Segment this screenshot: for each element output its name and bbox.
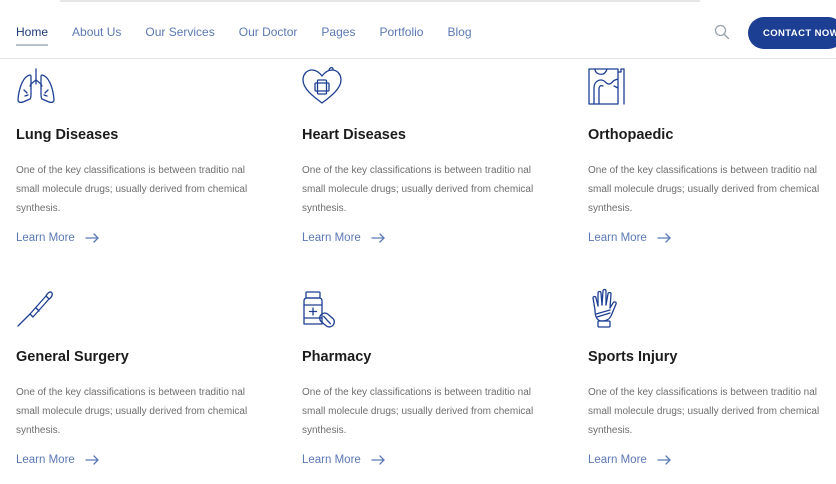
search-icon[interactable] [714, 24, 730, 40]
learn-more-label: Learn More [302, 232, 361, 244]
nav-portfolio[interactable]: Portfolio [379, 6, 423, 58]
nav-blog[interactable]: Blog [447, 6, 471, 58]
top-strip-bar [60, 0, 700, 2]
lungs-icon [17, 68, 55, 104]
service-description: One of the key classifications is betwee… [302, 165, 534, 214]
arrow-right-icon [85, 233, 99, 243]
learn-more-label: Learn More [588, 232, 647, 244]
learn-more-link[interactable]: Learn More [302, 232, 385, 244]
heart-plus-icon [302, 66, 342, 104]
service-description: One of the key classifications is betwee… [16, 387, 248, 436]
nav-our-services[interactable]: Our Services [145, 6, 214, 58]
service-title: Heart Diseases [302, 127, 406, 143]
arrow-right-icon [657, 233, 671, 243]
service-description: One of the key classifications is betwee… [588, 165, 820, 214]
arrow-right-icon [371, 233, 385, 243]
learn-more-link[interactable]: Learn More [16, 232, 99, 244]
arrow-right-icon [657, 455, 671, 465]
bone-joint-icon [588, 68, 625, 105]
arrow-right-icon [371, 455, 385, 465]
navbar: Home About Us Our Services Our Doctor Pa… [0, 6, 836, 59]
learn-more-label: Learn More [588, 454, 647, 466]
service-title: Sports Injury [588, 349, 678, 365]
service-description: One of the key classifications is betwee… [588, 387, 820, 436]
contact-now-button[interactable]: CONTACT NOW [748, 17, 836, 49]
service-title: General Surgery [16, 349, 129, 365]
learn-more-link[interactable]: Learn More [588, 232, 671, 244]
medicine-bottle-icon [303, 291, 335, 328]
nav-pages[interactable]: Pages [321, 6, 355, 58]
nav-our-doctor[interactable]: Our Doctor [239, 6, 298, 58]
nav-home[interactable]: Home [16, 6, 49, 58]
learn-more-link[interactable]: Learn More [302, 454, 385, 466]
arrow-right-icon [85, 455, 99, 465]
learn-more-label: Learn More [16, 232, 75, 244]
service-title: Orthopaedic [588, 127, 674, 143]
nav-about-us[interactable]: About Us [72, 6, 121, 58]
service-description: One of the key classifications is betwee… [16, 165, 248, 214]
learn-more-label: Learn More [302, 454, 361, 466]
main-nav: Home About Us Our Services Our Doctor Pa… [16, 6, 496, 58]
scalpel-icon [17, 291, 53, 327]
bandaged-hand-icon [592, 288, 617, 328]
service-title: Lung Diseases [16, 127, 119, 143]
learn-more-link[interactable]: Learn More [16, 454, 99, 466]
service-title: Pharmacy [302, 349, 372, 365]
learn-more-label: Learn More [16, 454, 75, 466]
learn-more-link[interactable]: Learn More [588, 454, 671, 466]
service-description: One of the key classifications is betwee… [302, 387, 534, 436]
